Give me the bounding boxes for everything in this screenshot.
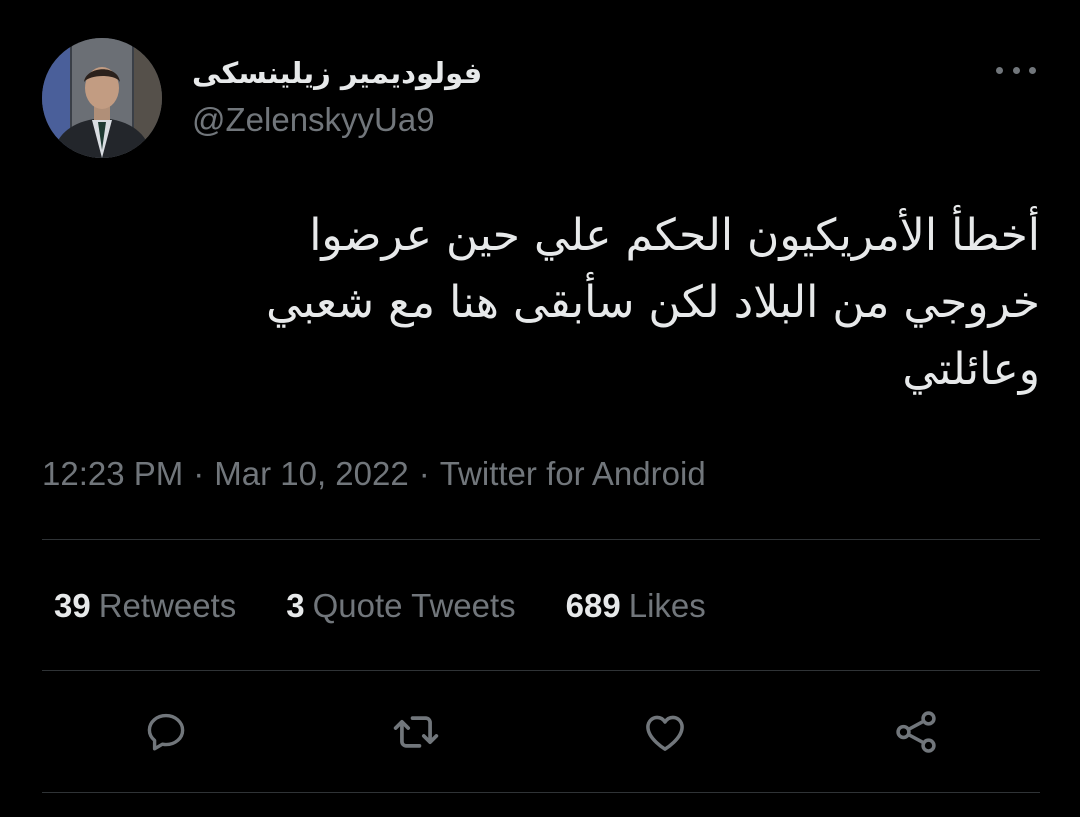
more-dot	[1029, 66, 1036, 74]
quote-tweets-count: 3	[286, 587, 305, 624]
tweet-source[interactable]: Twitter for Android	[440, 455, 706, 492]
share-button[interactable]	[890, 706, 942, 758]
reply-icon	[147, 713, 185, 751]
avatar-photo	[42, 38, 162, 158]
retweets-stat[interactable]: 39 Retweets	[54, 587, 236, 625]
divider	[42, 670, 1040, 671]
more-dot	[1012, 66, 1020, 74]
retweets-label: Retweets	[98, 587, 237, 624]
user-handle[interactable]: @ZelenskyyUa9	[192, 101, 435, 139]
display-name[interactable]: فولوديمير زيلينسكى	[192, 56, 482, 90]
tweet-text-line: أخطأ الأمريكيون الحكم علي حين عرضوا	[309, 210, 1040, 261]
divider	[42, 539, 1040, 540]
more-dot	[996, 66, 1003, 74]
retweet-icon	[393, 716, 439, 748]
quote-tweets-stat[interactable]: 3 Quote Tweets	[286, 587, 515, 625]
tweet-text-line: خروجي من البلاد لكن سأبقى هنا مع شعبي	[266, 277, 1040, 328]
retweets-count: 39	[54, 587, 91, 624]
likes-label: Likes	[628, 587, 706, 624]
likes-stat[interactable]: 689 Likes	[566, 587, 706, 625]
meta-separator: ·	[418, 455, 430, 492]
tweet-date[interactable]: Mar 10, 2022	[214, 455, 408, 492]
tweet-time[interactable]: 12:23 PM	[42, 455, 183, 492]
share-icon	[896, 711, 936, 753]
more-options-icon[interactable]	[996, 57, 1036, 83]
quote-tweets-label: Quote Tweets	[312, 587, 516, 624]
meta-separator: ·	[193, 455, 205, 492]
tweet-text: أخطأ الأمريكيون الحكم علي حين عرضوا خروج…	[120, 202, 1040, 403]
avatar[interactable]	[42, 38, 162, 158]
likes-count: 689	[565, 587, 621, 624]
tweet-meta: 12:23 PM · Mar 10, 2022 · Twitter for Androi…	[42, 455, 706, 493]
engagement-stats: 39 Retweets 3 Quote Tweets 689 Likes	[54, 587, 706, 625]
tweet-text-line: وعائلتي	[902, 344, 1040, 395]
divider	[42, 792, 1040, 793]
like-button[interactable]	[639, 706, 691, 758]
retweet-button[interactable]	[390, 706, 442, 758]
reply-button[interactable]	[140, 706, 192, 758]
like-icon	[646, 715, 684, 751]
